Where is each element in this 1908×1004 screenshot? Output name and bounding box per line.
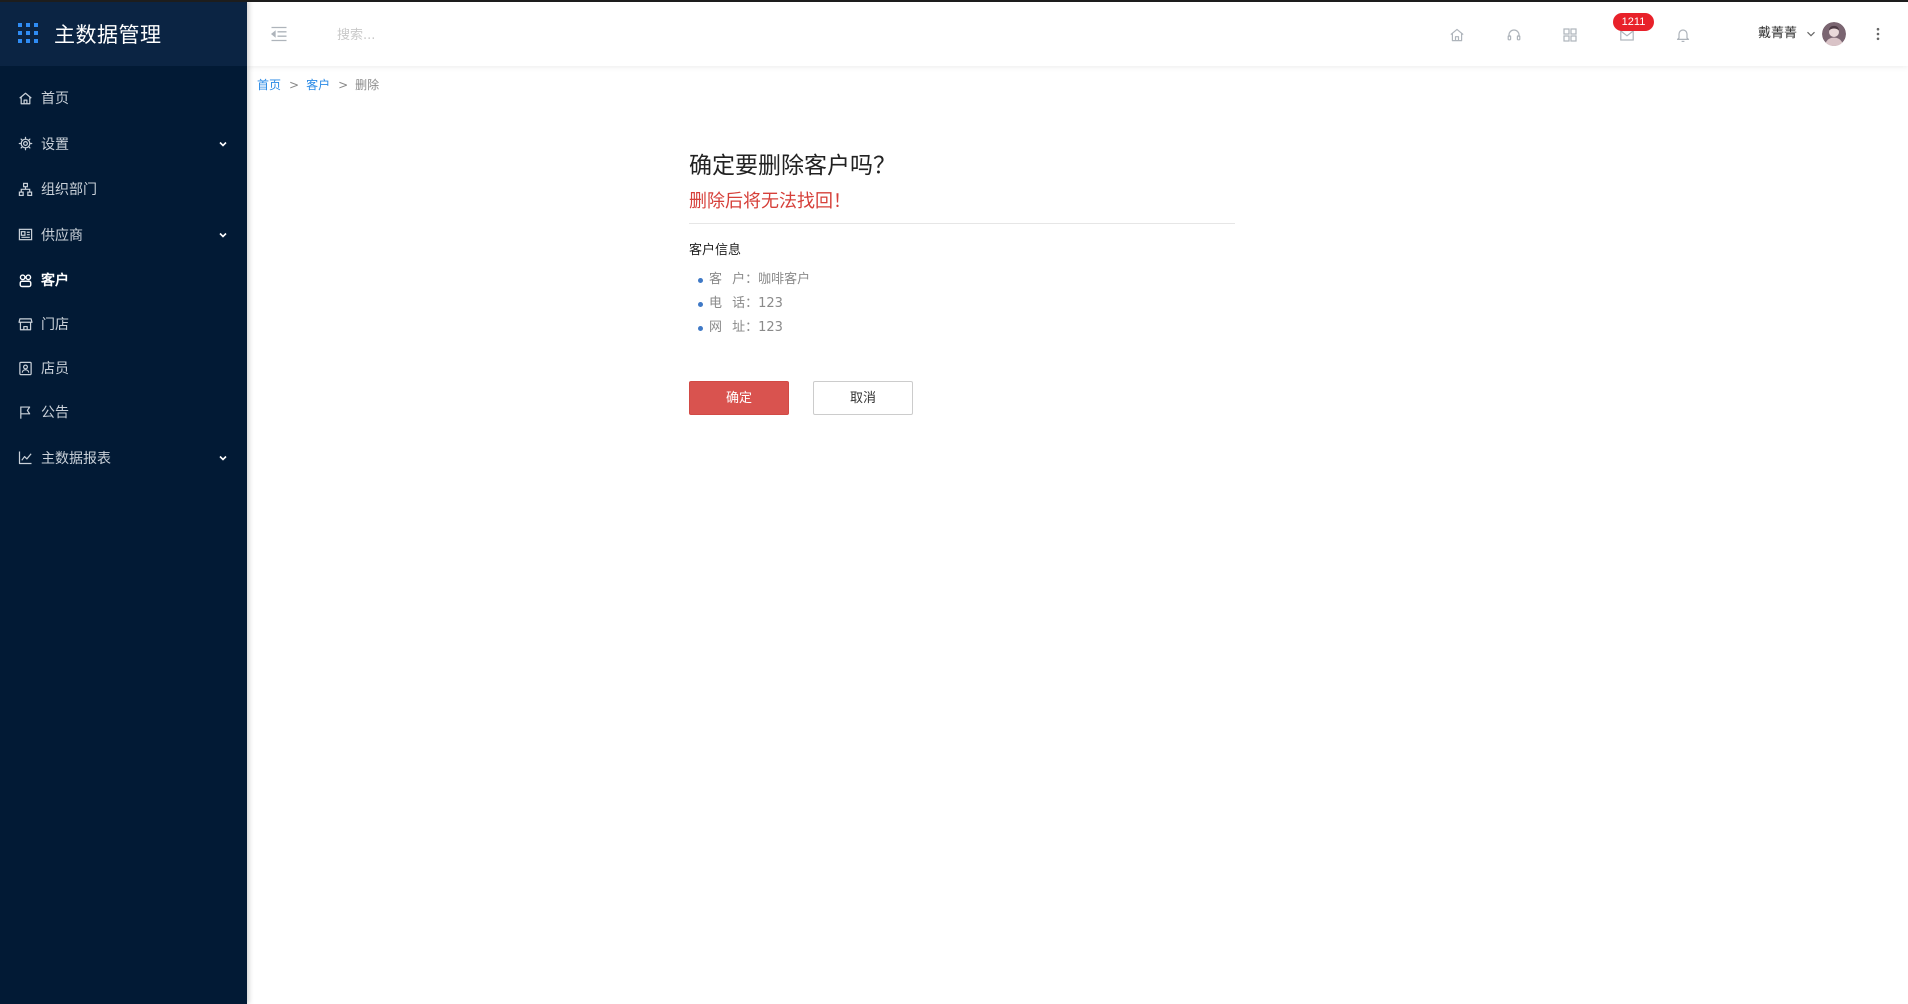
gear-icon xyxy=(18,136,33,151)
apps-grid-icon xyxy=(18,23,38,43)
headset-icon[interactable] xyxy=(1506,27,1522,43)
chevron-down-icon[interactable] xyxy=(218,230,228,240)
avatar[interactable] xyxy=(1822,22,1846,46)
info-label: 电 话： xyxy=(709,296,759,311)
sidebar-menu: 首页 设置 组织部门 供应商 客户 门店 店员 公告 主数据报表 xyxy=(0,66,247,481)
announcement-icon xyxy=(18,405,33,420)
bullet-icon xyxy=(698,326,703,331)
sidebar-item-label: 门店 xyxy=(41,317,69,333)
sidebar-item-announcements[interactable]: 公告 xyxy=(0,390,247,434)
top-header: 1211 戴菁菁 xyxy=(247,2,1908,66)
button-row: 确定 取消 xyxy=(689,381,1235,415)
sidebar: 主数据管理 首页 设置 组织部门 供应商 客户 门店 店员 公告 主数据报表 xyxy=(0,0,247,1004)
breadcrumb-current: 删除 xyxy=(355,78,380,92)
cancel-button[interactable]: 取消 xyxy=(813,381,913,415)
customer-info-list: 客 户：咖啡客户 电 话：123 网 址：123 xyxy=(689,268,1235,340)
divider xyxy=(689,223,1235,224)
bullet-icon xyxy=(698,278,703,283)
username[interactable]: 戴菁菁 xyxy=(1758,24,1797,44)
info-label: 客 户： xyxy=(709,272,759,287)
customer-info-heading: 客户信息 xyxy=(689,243,742,258)
info-value: 123 xyxy=(758,320,783,335)
brand[interactable]: 主数据管理 xyxy=(0,2,247,66)
sidebar-item-label: 店员 xyxy=(41,361,69,377)
bullet-icon xyxy=(698,302,703,307)
sidebar-item-label: 首页 xyxy=(41,91,69,107)
info-value: 咖啡客户 xyxy=(758,272,811,287)
sidebar-item-label: 设置 xyxy=(41,136,69,153)
sidebar-item-settings[interactable]: 设置 xyxy=(0,120,247,167)
chevron-down-icon[interactable] xyxy=(218,453,228,463)
vendor-icon xyxy=(18,227,33,242)
delete-confirm-panel: 确定要删除客户吗？ 删除后将无法找回！ 客户信息 客 户：咖啡客户 电 话：12… xyxy=(689,150,1235,415)
window-top-border xyxy=(0,0,1908,2)
breadcrumb-customers[interactable]: 客户 xyxy=(306,78,330,92)
chevron-down-icon[interactable] xyxy=(218,139,228,149)
app-title: 主数据管理 xyxy=(54,23,162,47)
sidebar-item-label: 主数据报表 xyxy=(41,450,111,467)
breadcrumb-home[interactable]: 首页 xyxy=(257,78,281,92)
sidebar-item-home[interactable]: 首页 xyxy=(0,76,247,120)
chevron-down-icon[interactable] xyxy=(1806,29,1816,39)
breadcrumb-separator: > xyxy=(338,78,349,92)
sidebar-item-label: 供应商 xyxy=(41,227,83,244)
search-input[interactable] xyxy=(335,19,599,51)
sidebar-item-staff[interactable]: 店员 xyxy=(0,346,247,390)
confirm-title: 确定要删除客户吗？ xyxy=(689,153,896,179)
list-item: 客 户：咖啡客户 xyxy=(689,268,1235,292)
line-chart-icon xyxy=(18,450,33,465)
customers-icon xyxy=(18,273,33,288)
list-item: 网 址：123 xyxy=(689,316,1235,340)
menu-toggle-icon[interactable] xyxy=(270,25,288,43)
apps-icon[interactable] xyxy=(1562,27,1578,43)
message-count-badge: 1211 xyxy=(1613,13,1654,31)
store-icon xyxy=(18,317,33,332)
sidebar-item-customers[interactable]: 客户 xyxy=(0,258,247,302)
home-icon[interactable] xyxy=(1449,27,1465,43)
confirm-button[interactable]: 确定 xyxy=(689,381,789,415)
sidebar-item-departments[interactable]: 组织部门 xyxy=(0,167,247,211)
sidebar-item-label: 组织部门 xyxy=(41,182,97,198)
info-value: 123 xyxy=(758,296,783,311)
more-icon[interactable] xyxy=(1870,26,1886,42)
breadcrumb-separator: > xyxy=(289,78,300,92)
breadcrumb: 首页 > 客户 > 删除 xyxy=(257,76,379,94)
sidebar-item-reports[interactable]: 主数据报表 xyxy=(0,434,247,481)
org-chart-icon xyxy=(18,182,33,197)
sidebar-item-label: 客户 xyxy=(41,273,69,289)
confirm-warning: 删除后将无法找回！ xyxy=(689,191,851,212)
info-label: 网 址： xyxy=(709,320,759,335)
sidebar-item-stores[interactable]: 门店 xyxy=(0,302,247,346)
bell-icon[interactable] xyxy=(1675,27,1691,43)
sidebar-item-suppliers[interactable]: 供应商 xyxy=(0,211,247,258)
main-area: 1211 戴菁菁 首页 > 客户 > 删除 确定要删除客户吗？ 删除后将无法找回！ 客户… xyxy=(247,0,1908,1004)
staff-icon xyxy=(18,361,33,376)
sidebar-item-label: 公告 xyxy=(41,405,69,421)
list-item: 电 话：123 xyxy=(689,292,1235,316)
home-icon xyxy=(18,91,33,106)
